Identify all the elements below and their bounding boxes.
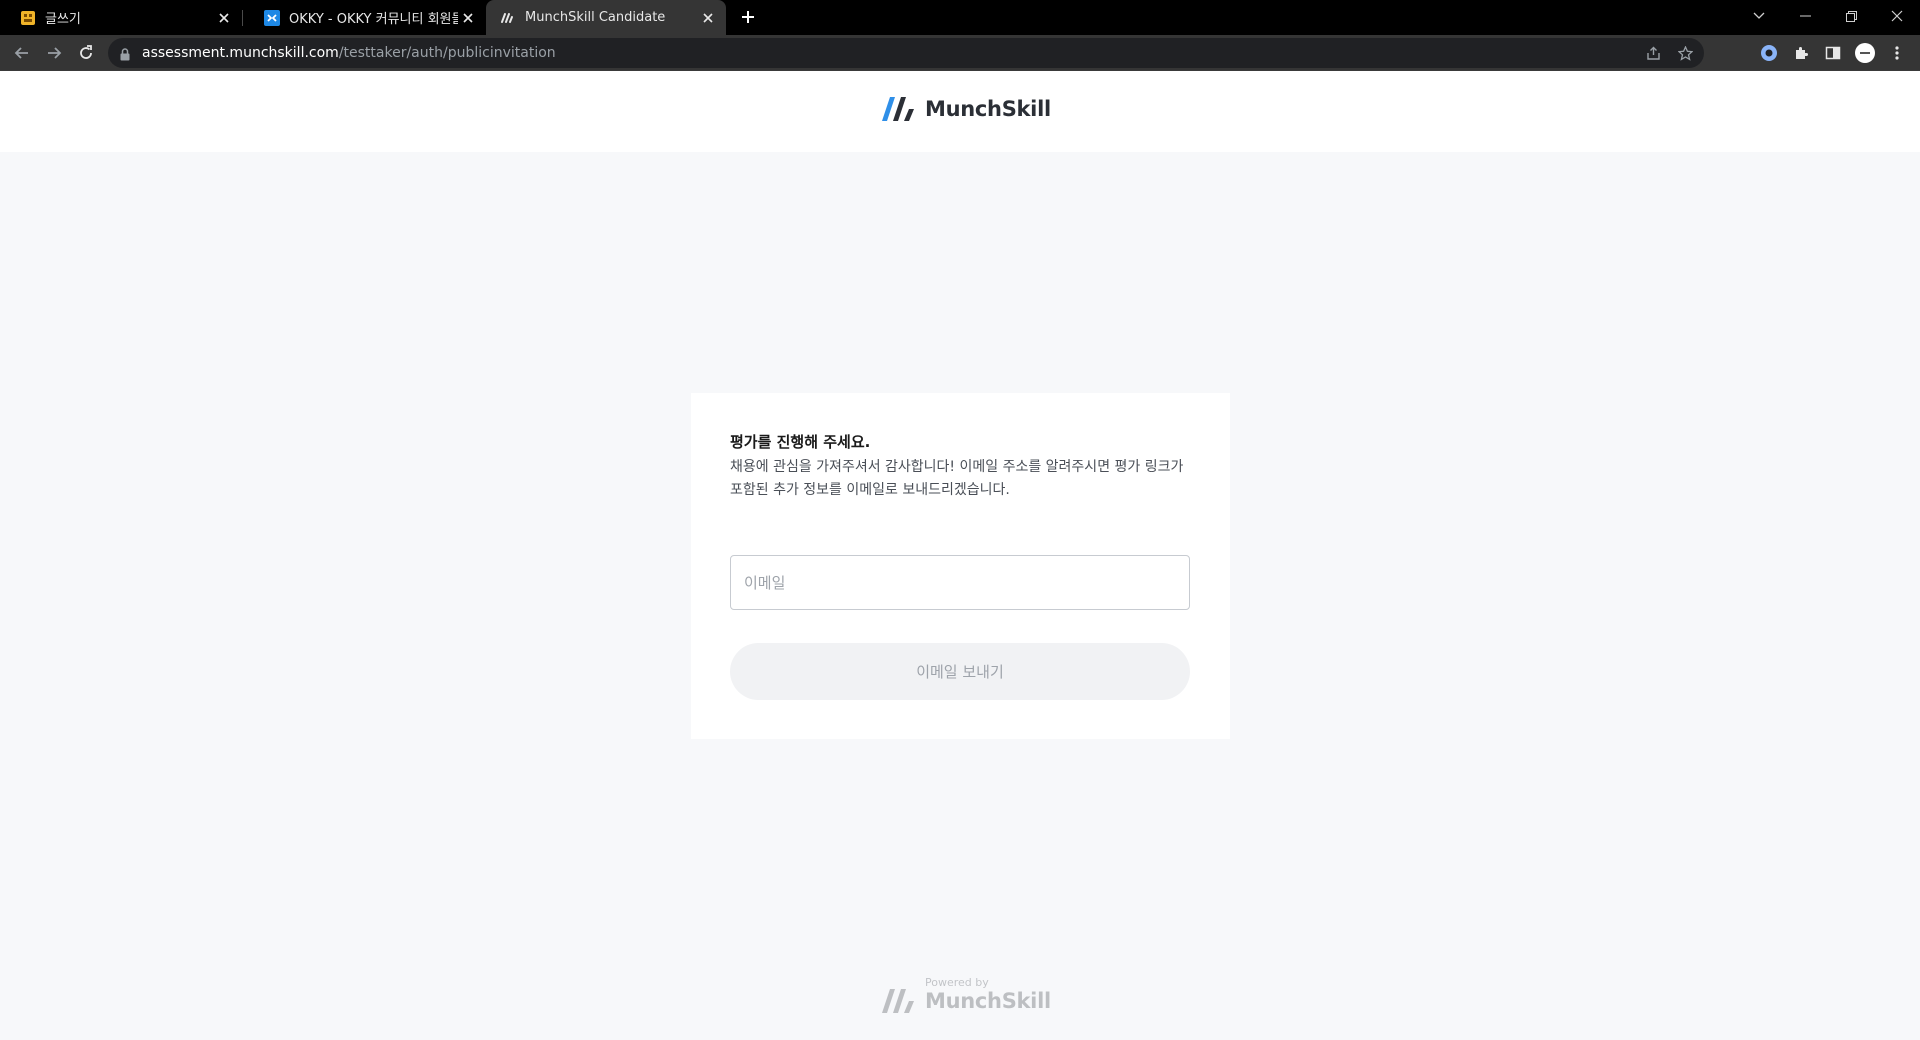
chevron-down-icon	[1753, 12, 1765, 19]
writing-favicon-icon	[20, 10, 36, 26]
brand-name: MunchSkill	[925, 97, 1051, 121]
send-email-button[interactable]: 이메일 보내기	[730, 643, 1190, 700]
tab-title: MunchSkill Candidate	[525, 10, 666, 25]
side-panel-button[interactable]	[1821, 41, 1845, 65]
address-bar[interactable]: assessment.munchskill.com/testtaker/auth…	[108, 38, 1704, 68]
profile-button[interactable]	[1853, 41, 1877, 65]
back-button[interactable]	[8, 39, 36, 67]
site-header: MunchSkill	[0, 71, 1920, 152]
tab-title: OKKY - OKKY 커뮤니티 회원들과	[289, 12, 458, 27]
tab-munchskill[interactable]: MunchSkill Candidate	[486, 0, 726, 35]
avatar-icon	[1855, 43, 1875, 63]
star-icon	[1677, 45, 1693, 61]
side-panel-icon	[1825, 46, 1841, 60]
close-window-button[interactable]	[1874, 0, 1920, 32]
munchskill-logo-icon	[882, 989, 914, 1013]
arrow-right-icon	[48, 47, 62, 59]
extensions-menu-button[interactable]	[1789, 41, 1813, 65]
invitation-card: 평가를 진행해 주세요. 채용에 관심을 가져주셔서 감사합니다! 이메일 주소…	[691, 393, 1230, 739]
tab-strip: 글쓰기 OKKY - OKKY 커뮤니티 회원들과 MunchSkill Can…	[0, 0, 1920, 35]
browser-toolbar: assessment.munchskill.com/testtaker/auth…	[0, 35, 1920, 71]
okky-favicon-icon	[264, 9, 280, 26]
page-content: MunchSkill 평가를 진행해 주세요. 채용에 관심을 가져주셔서 감사…	[0, 71, 1920, 1040]
url-text: assessment.munchskill.com/testtaker/auth…	[142, 45, 556, 61]
forward-button[interactable]	[40, 39, 68, 67]
reload-button[interactable]	[72, 39, 100, 67]
email-field[interactable]	[730, 555, 1190, 610]
close-icon	[1891, 10, 1903, 22]
more-vert-icon	[1895, 46, 1899, 60]
menu-button[interactable]	[1885, 41, 1909, 65]
tab-search-button[interactable]	[1736, 0, 1782, 32]
extension-button[interactable]	[1757, 41, 1781, 65]
card-title: 평가를 진행해 주세요.	[730, 433, 871, 451]
close-icon[interactable]	[214, 8, 234, 28]
tab-writing[interactable]: 글쓰기	[0, 0, 242, 35]
restore-button[interactable]	[1828, 0, 1874, 32]
url-path: /testtaker/auth/publicinvitation	[338, 45, 556, 61]
tab-okky[interactable]: OKKY - OKKY 커뮤니티 회원들과	[244, 0, 486, 35]
extension-globe-icon	[1761, 45, 1777, 61]
tab-divider	[242, 10, 243, 26]
url-host: assessment.munchskill.com	[142, 45, 339, 61]
munchskill-logo-icon	[882, 97, 914, 121]
plus-icon	[742, 11, 754, 23]
restore-icon	[1845, 10, 1857, 22]
reload-icon	[80, 45, 92, 59]
brand-logo[interactable]: MunchSkill	[879, 95, 1051, 123]
munchskill-favicon-icon	[500, 10, 516, 26]
bookmark-button[interactable]	[1673, 41, 1697, 65]
minimize-button[interactable]	[1782, 0, 1828, 32]
close-icon[interactable]	[698, 8, 718, 28]
puzzle-icon	[1796, 47, 1808, 59]
card-description: 채용에 관심을 가져주셔서 감사합니다! 이메일 주소를 알려주시면 평가 링크…	[730, 459, 1184, 498]
share-button[interactable]	[1641, 41, 1665, 65]
new-tab-button[interactable]	[736, 5, 760, 29]
close-icon[interactable]	[458, 8, 478, 28]
tab-title: 글쓰기	[45, 12, 81, 27]
arrow-left-icon	[14, 47, 28, 59]
share-icon	[1646, 46, 1660, 60]
lock-icon[interactable]	[120, 46, 130, 65]
footer-brand: MunchSkill	[879, 987, 1051, 1015]
footer-brand-name: MunchSkill	[925, 989, 1051, 1013]
minimize-icon	[1799, 15, 1811, 17]
